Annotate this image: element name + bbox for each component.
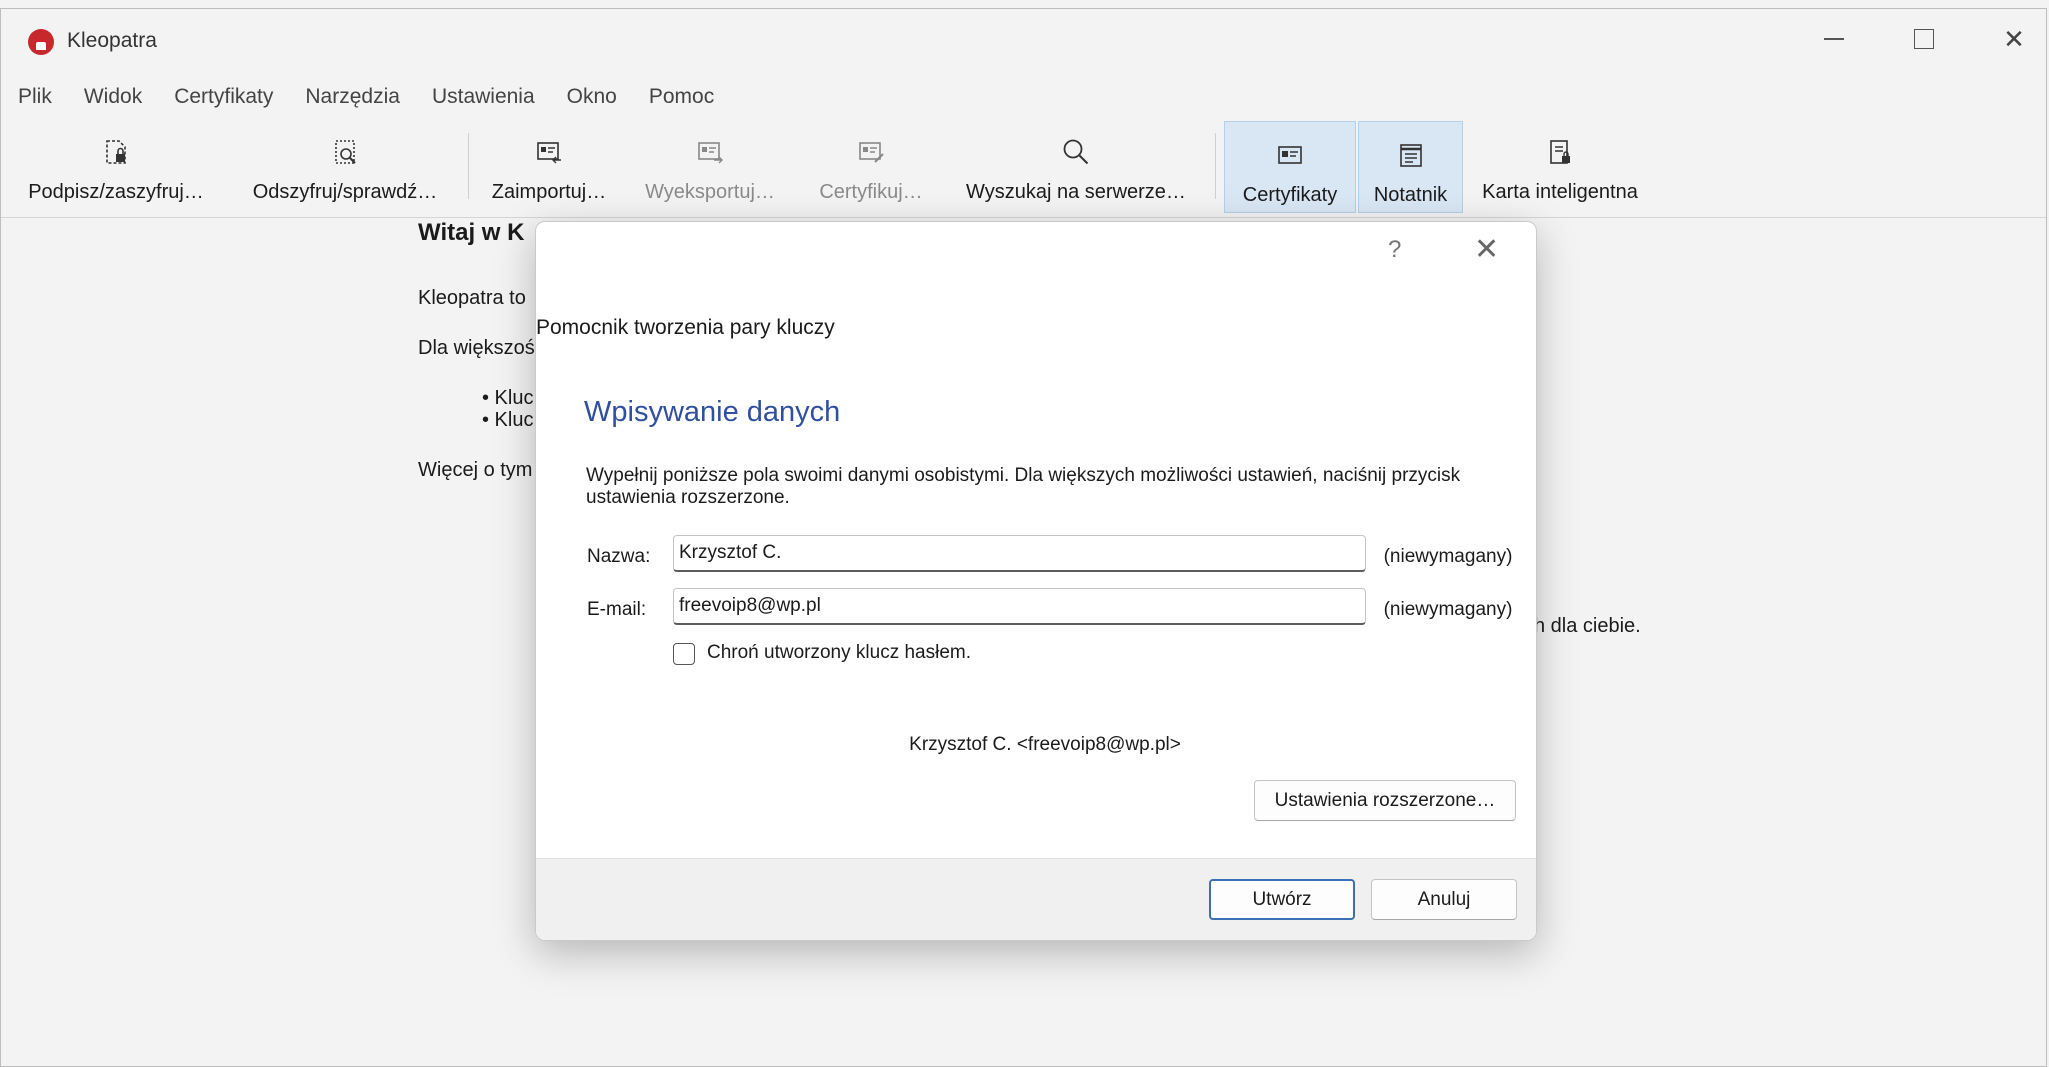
sign-encrypt-button[interactable]: Podpisz/zaszyfruj… — [11, 119, 221, 213]
maximize-icon — [1914, 29, 1934, 49]
email-optional-note: (niewymagany) — [1383, 599, 1513, 620]
window-title: Kleopatra — [67, 29, 157, 52]
certificates-icon — [1275, 140, 1305, 170]
menu-widok[interactable]: Widok — [84, 85, 142, 109]
key-pair-wizard-dialog: ? ✕ Pomocnik tworzenia pary kluczy Wpisy… — [535, 221, 1537, 941]
advanced-settings-button[interactable]: Ustawienia rozszerzone… — [1254, 780, 1516, 821]
section-description: Wypełnij poniższe pola swoimi danymi oso… — [586, 465, 1461, 508]
protect-key-checkbox[interactable] — [673, 643, 695, 665]
toolbar-separator — [468, 133, 469, 199]
decrypt-verify-icon — [330, 137, 360, 167]
menu-ustawienia[interactable]: Ustawienia — [432, 85, 535, 109]
welcome-info: Dla większośc — [418, 337, 545, 359]
email-input[interactable] — [673, 588, 1366, 625]
notepad-view-button[interactable]: Notatnik — [1358, 121, 1463, 213]
menu-pomoc[interactable]: Pomoc — [649, 85, 714, 109]
import-certificate-icon — [534, 137, 564, 167]
section-title: Wpisywanie danych — [584, 396, 841, 428]
certificates-view-button[interactable]: Certyfikaty — [1224, 121, 1356, 213]
kleopatra-logo-icon — [28, 29, 54, 55]
decrypt-verify-button[interactable]: Odszyfruj/sprawdź… — [233, 119, 457, 213]
close-icon: ✕ — [1474, 233, 1500, 266]
close-window-button[interactable]: ✕ — [1984, 19, 2044, 59]
welcome-more-link[interactable]: Więcej o tym — [418, 459, 532, 482]
welcome-title: Witaj w K — [418, 219, 525, 246]
name-label: Nazwa: — [587, 546, 651, 567]
menu-bar: Plik Widok Certyfikaty Narzędzia Ustawie… — [1, 77, 729, 117]
lookup-server-button[interactable]: Wyszukaj na serwerze… — [951, 119, 1201, 213]
smartcard-icon — [1545, 137, 1575, 167]
dialog-heading: Pomocnik tworzenia pary kluczy — [536, 316, 835, 339]
toolbar-separator — [1215, 133, 1216, 199]
welcome-bullet-1: • Kluc — [482, 387, 534, 409]
export-button[interactable]: Wyeksportuj… — [631, 119, 789, 213]
welcome-intro: Kleopatra to — [418, 287, 526, 309]
welcome-bullet-2: • Kluc — [482, 409, 534, 431]
certify-button[interactable]: Certyfikuj… — [803, 119, 939, 213]
notepad-icon — [1396, 140, 1426, 170]
welcome-bullet-2-tail: h dla ciebie. — [1534, 615, 1641, 637]
email-label: E-mail: — [587, 599, 647, 620]
title-bar: Kleopatra ✕ — [1, 9, 2046, 59]
create-button[interactable]: Utwórz — [1209, 879, 1355, 920]
close-icon: ✕ — [2003, 23, 2025, 54]
menu-plik[interactable]: Plik — [18, 85, 52, 109]
dialog-close-button[interactable]: ✕ — [1474, 232, 1499, 267]
protect-key-label[interactable]: Chroń utworzony klucz hasłem. — [707, 642, 971, 664]
menu-certyfikaty[interactable]: Certyfikaty — [174, 85, 273, 109]
toolbar-divider — [1, 217, 2046, 218]
maximize-button[interactable] — [1894, 19, 1954, 59]
minimize-icon — [1824, 38, 1844, 40]
sign-encrypt-icon — [101, 137, 131, 167]
main-toolbar: Podpisz/zaszyfruj… Odszyfruj/sprawdź… Za… — [1, 119, 2046, 215]
user-id-preview: Krzysztof C. <freevoip8@wp.pl> — [909, 734, 1181, 755]
smartcard-view-button[interactable]: Karta inteligentna — [1469, 119, 1651, 213]
name-input[interactable] — [673, 535, 1366, 572]
main-window: Kleopatra ✕ Plik Widok Certyfikaty Narzę… — [0, 8, 2047, 1067]
menu-narzedzia[interactable]: Narzędzia — [305, 85, 400, 109]
search-icon — [1061, 137, 1091, 167]
name-optional-note: (niewymagany) — [1383, 546, 1513, 567]
import-button[interactable]: Zaimportuj… — [479, 119, 619, 213]
cancel-button[interactable]: Anuluj — [1371, 879, 1517, 920]
export-certificate-icon — [695, 137, 725, 167]
minimize-button[interactable] — [1804, 19, 1864, 59]
help-button[interactable]: ? — [1388, 236, 1401, 264]
certify-icon — [856, 137, 886, 167]
menu-okno[interactable]: Okno — [567, 85, 617, 109]
